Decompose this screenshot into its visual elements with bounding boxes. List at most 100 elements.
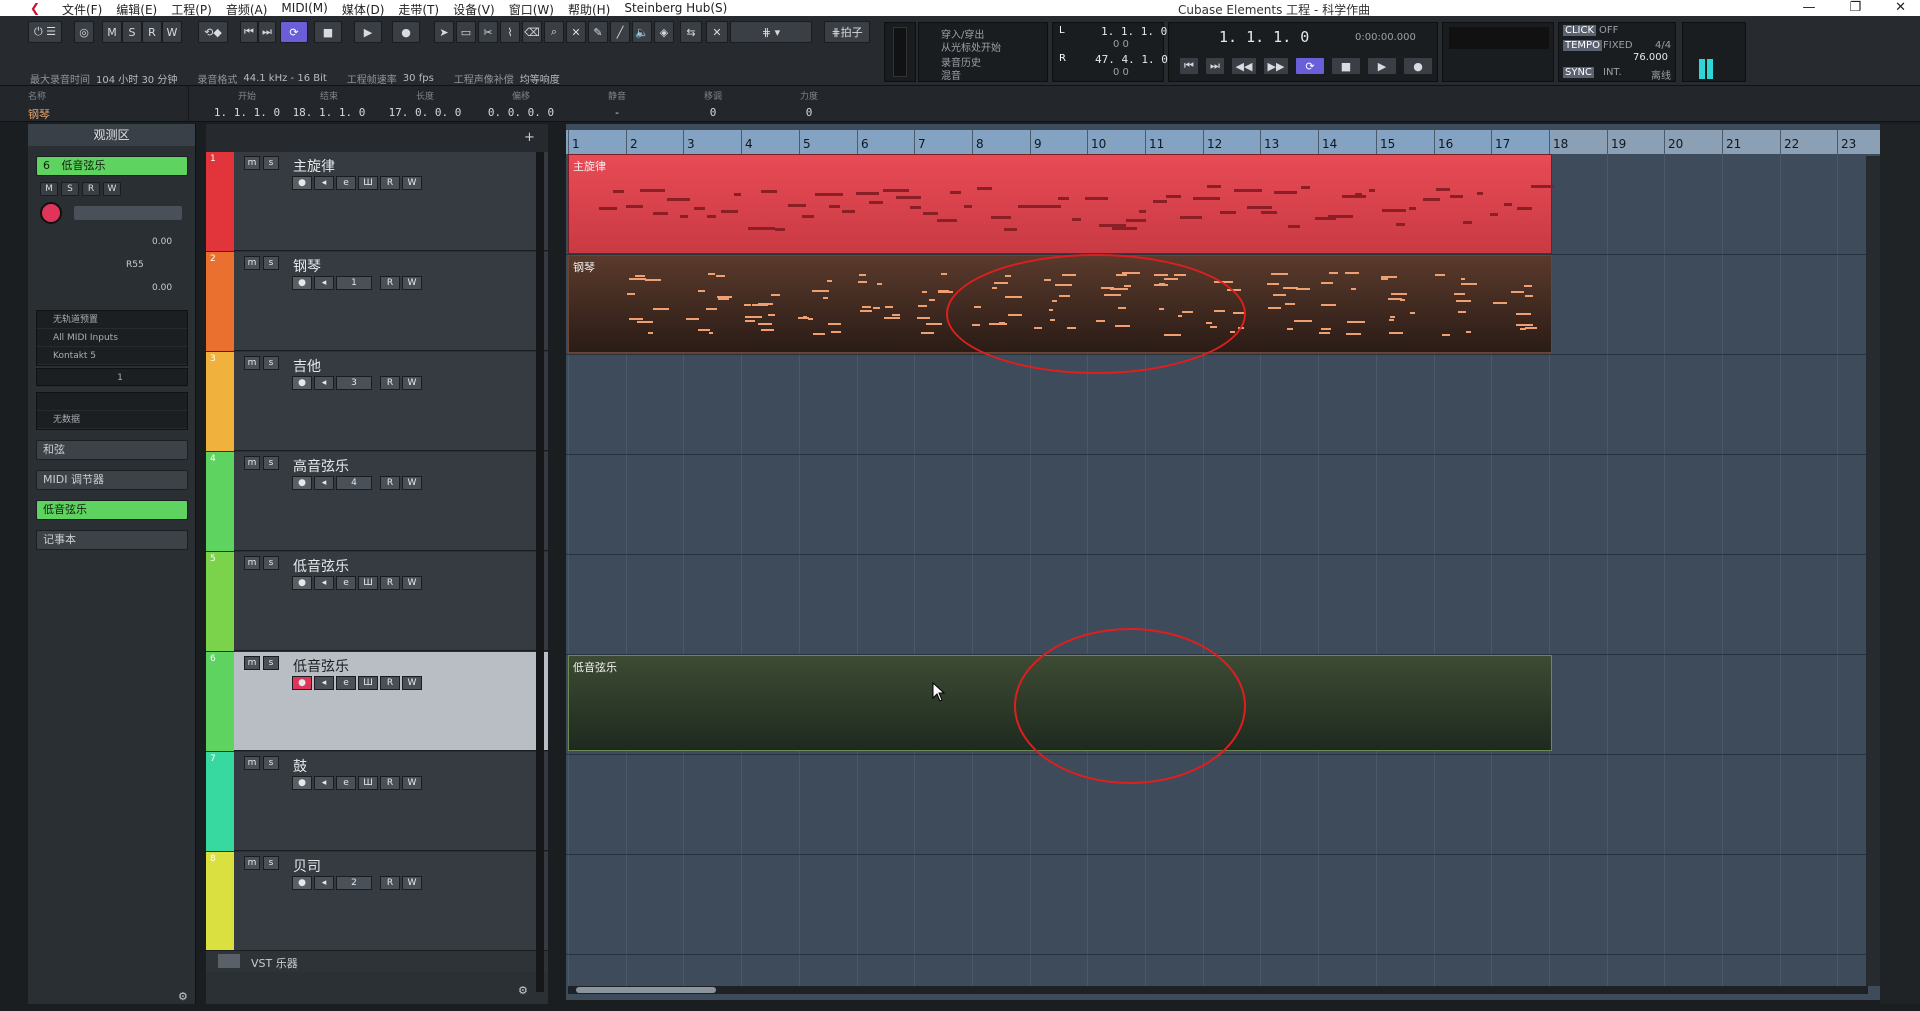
object-select-tool[interactable]: ➤ <box>434 21 454 43</box>
glue-tool[interactable]: ⌇ <box>500 21 520 43</box>
go-to-end-button[interactable]: ⏭ <box>258 21 276 43</box>
track-record-button[interactable]: ● <box>292 276 312 290</box>
track-name[interactable]: 高音弦乐 <box>293 456 349 476</box>
track-row[interactable]: 2 m s 钢琴 ● ◂ 1 R W <box>206 252 548 351</box>
time-signature[interactable]: 4/4 <box>1655 40 1671 51</box>
track-instrument-button[interactable]: Ш <box>358 676 378 690</box>
track-read-button[interactable]: R <box>380 376 400 390</box>
track-solo-button[interactable]: s <box>263 256 279 270</box>
track-row[interactable]: 8 m s 贝司 ● ◂ 2 R W <box>206 852 548 951</box>
track-name[interactable]: 低音弦乐 <box>293 556 349 576</box>
track-midi-channel[interactable]: 3 <box>336 376 372 390</box>
click-label[interactable]: CLICK <box>1563 25 1597 36</box>
color-tool[interactable]: ◈ <box>654 21 674 43</box>
global-mute-button[interactable]: M <box>102 21 122 43</box>
track-name[interactable]: 主旋律 <box>293 156 335 176</box>
track-monitor-button[interactable]: ◂ <box>314 476 334 490</box>
add-track-icon[interactable]: + <box>524 130 535 145</box>
restore-button[interactable]: ❐ <box>1849 0 1861 15</box>
track-record-button[interactable]: ● <box>292 776 312 790</box>
track-monitor-button[interactable]: ◂ <box>314 676 334 690</box>
inspector-record-enable-button[interactable] <box>40 202 62 224</box>
track-write-button[interactable]: W <box>402 276 422 290</box>
track-row[interactable]: 7 m s 鼓 ● ◂ e Ш R W <box>206 752 548 851</box>
track-monitor-button[interactable]: ◂ <box>314 576 334 590</box>
track-monitor-button[interactable]: ◂ <box>314 876 334 890</box>
track-read-button[interactable]: R <box>380 176 400 190</box>
info-name-cell[interactable]: 名称 钢琴 <box>28 89 50 122</box>
track-edit-button[interactable]: e <box>336 776 356 790</box>
transport-start-button[interactable]: ⏮ <box>1179 57 1199 75</box>
track-monitor-button[interactable]: ◂ <box>314 276 334 290</box>
mix-mode[interactable]: 混音 <box>941 67 961 82</box>
track-mute-button[interactable]: m <box>244 856 260 870</box>
track-row[interactable]: 5 m s 低音弦乐 ● ◂ e Ш R W <box>206 552 548 651</box>
inspector-volume-value[interactable]: 0.00 <box>152 237 172 247</box>
global-write-button[interactable]: W <box>162 21 182 43</box>
track-name[interactable]: 贝司 <box>293 856 321 876</box>
snap-mode-button[interactable]: ✕ <box>706 21 728 43</box>
inspector-pan-value[interactable]: R55 <box>126 260 144 270</box>
quantize-beat-select[interactable]: ⋕ 拍子 <box>824 21 870 43</box>
start-at-cursor[interactable]: 从光标处开始 <box>941 39 1001 54</box>
track-list-settings-icon[interactable]: ⚙ <box>518 984 528 997</box>
track-read-button[interactable]: R <box>380 276 400 290</box>
track-solo-button[interactable]: s <box>263 656 279 670</box>
info-rec-time-value[interactable]: 104 小时 30 分钟 <box>96 71 177 86</box>
track-name[interactable]: 低音弦乐 <box>293 656 349 676</box>
grid-type-select[interactable]: ⋕ ▾ <box>730 21 812 43</box>
play-tool[interactable]: 🔈 <box>632 21 652 43</box>
track-edit-button[interactable]: e <box>336 676 356 690</box>
inspector-settings-icon[interactable]: ⚙ <box>178 990 188 1003</box>
mute-tool[interactable]: ✕ <box>566 21 586 43</box>
track-row-selected[interactable]: 6 m s 低音弦乐 ● ◂ e Ш R W <box>206 652 548 751</box>
inspector-track-header[interactable]: 6 低音弦乐 <box>36 156 188 176</box>
track-instrument-button[interactable]: Ш <box>358 576 378 590</box>
snap-on-off-button[interactable]: ⇆ <box>680 21 702 43</box>
sync-label[interactable]: SYNC <box>1563 67 1594 78</box>
track-solo-button[interactable]: s <box>263 156 279 170</box>
tempo-value[interactable]: 76.000 <box>1633 52 1668 63</box>
transport-play-button[interactable]: ▶ <box>1367 57 1397 75</box>
inspector-section-midi-modifiers[interactable]: MIDI 调节器 <box>36 470 188 490</box>
stop-button[interactable]: ■ <box>314 21 342 43</box>
auto-scroll-button[interactable]: ⟲◆ <box>198 21 228 43</box>
track-edit-button[interactable]: e <box>336 176 356 190</box>
track-solo-button[interactable]: s <box>263 556 279 570</box>
midi-part[interactable]: 主旋律 <box>568 154 1554 254</box>
track-monitor-button[interactable]: ◂ <box>314 176 334 190</box>
inspector-midi-input[interactable]: All MIDI Inputs <box>37 329 187 347</box>
event-display-horizontal-scrollbar[interactable] <box>568 986 1868 994</box>
inspector-read-button[interactable]: R <box>82 182 100 196</box>
track-mute-button[interactable]: m <box>244 656 260 670</box>
track-mute-button[interactable]: m <box>244 756 260 770</box>
inspector-section-notepad[interactable]: 记事本 <box>36 530 188 550</box>
inspector-write-button[interactable]: W <box>103 182 121 196</box>
split-tool[interactable]: ✂ <box>478 21 498 43</box>
track-midi-channel[interactable]: 1 <box>336 276 372 290</box>
track-record-button[interactable]: ● <box>292 576 312 590</box>
info-pan-law-value[interactable]: 均等响度 <box>520 71 560 86</box>
global-solo-button[interactable]: S <box>122 21 142 43</box>
left-locator-value[interactable]: 1. 1. 1. 0 <box>1101 25 1167 38</box>
info-velocity-cell[interactable]: 力度 0 <box>724 89 894 119</box>
range-tool[interactable]: ▭ <box>456 21 476 43</box>
marker-select[interactable] <box>1449 27 1549 49</box>
track-read-button[interactable]: R <box>380 776 400 790</box>
inspector-track-preset[interactable]: 无轨道预置 <box>37 311 187 329</box>
track-name[interactable]: 钢琴 <box>293 256 321 276</box>
track-solo-button[interactable]: s <box>263 356 279 370</box>
track-mute-button[interactable]: m <box>244 356 260 370</box>
transport-cycle-button[interactable]: ⟳ <box>1295 57 1325 75</box>
tempo-label[interactable]: TEMPO <box>1563 40 1602 51</box>
inspector-solo-button[interactable]: S <box>61 182 79 196</box>
vst-instruments-row[interactable]: VST 乐器 <box>206 950 548 972</box>
go-to-start-button[interactable]: ⏮ <box>240 21 258 43</box>
track-mute-button[interactable]: m <box>244 456 260 470</box>
horizontal-scroll-thumb[interactable] <box>576 987 716 993</box>
inspector-empty-slot[interactable] <box>37 393 187 411</box>
inspector-channel[interactable]: 1 <box>36 368 188 387</box>
info-rec-format-value[interactable]: 44.1 kHz - 16 Bit <box>243 73 326 84</box>
track-write-button[interactable]: W <box>402 476 422 490</box>
track-record-button[interactable]: ● <box>292 476 312 490</box>
